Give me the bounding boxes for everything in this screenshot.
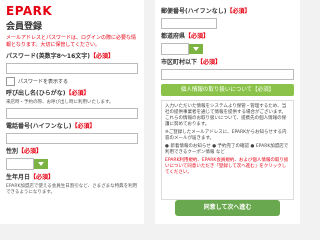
birthday-help: EPARK加盟店で使える会員生日割引など、さまざまな特典を利用できるようになりま… <box>6 184 138 195</box>
left-form-panel: EPARK 会員登録 メールアドレスとパスワードは、ログインの際に必要な情報とな… <box>0 0 144 224</box>
show-password-checkbox[interactable] <box>6 77 15 86</box>
right-form-panel: 郵便番号(ハイフンなし)【必須】 都道府県【必須】 市区町村以下【必須】 個人情… <box>155 0 300 224</box>
prefecture-label: 都道府県【必須】 <box>161 33 210 40</box>
phone-label: 電話番号(ハイフンなし)【必須】 <box>6 123 96 130</box>
privacy-text-box[interactable]: 入力いただいた情報をシステムより保管・管理するため、当社の提供事業者を通じて情報… <box>161 100 294 200</box>
postal-input[interactable] <box>161 18 217 29</box>
epark-logo: EPARK <box>6 4 53 18</box>
privacy-accordion[interactable]: 個人情報の取り扱いについて【必須】 <box>161 84 294 96</box>
gender-dropdown-button[interactable] <box>34 159 48 169</box>
show-password-label: パスワードを表示する <box>18 79 69 85</box>
privacy-mail-note: ※ご登録したメールアドレスに、EPARKからお知らせする内容のメールが届きます。 <box>165 130 287 141</box>
nickname-label: 呼び出し名(ひらがな)【必須】 <box>6 90 90 97</box>
city-input[interactable] <box>161 69 294 80</box>
prefecture-select-box[interactable] <box>161 43 189 55</box>
prefecture-dropdown-button[interactable] <box>189 44 203 54</box>
gender-select[interactable] <box>6 158 138 170</box>
login-note: メールアドレスとパスワードは、ログインの際に必要な情報となります。大切に保管して… <box>6 35 137 48</box>
postal-label: 郵便番号(ハイフンなし)【必須】 <box>161 8 251 15</box>
password-label: パスワード(英数字8〜16文字)【必須】 <box>6 53 115 60</box>
password-input[interactable] <box>6 63 138 74</box>
page: EPARK 会員登録 メールアドレスとパスワードは、ログインの際に必要な情報とな… <box>0 0 300 224</box>
privacy-terms-link[interactable]: EPARK利用規約、EPARK会員規約、および個人情報の取り扱いについて同意いた… <box>165 158 290 176</box>
page-title: 会員登録 <box>6 22 43 32</box>
chevron-down-icon <box>38 162 44 166</box>
privacy-paragraph: 入力いただいた情報をシステムより保管・管理するため、当社の提供事業者を通じて情報… <box>165 104 287 127</box>
prefecture-select[interactable] <box>161 43 294 55</box>
show-password-row[interactable]: パスワードを表示する <box>6 77 138 86</box>
gender-select-box[interactable] <box>6 158 34 170</box>
chevron-down-icon <box>193 47 199 51</box>
birthday-label: 生年月日【必須】 <box>6 174 55 181</box>
privacy-items: ● 新着情報のお知らせ ● 予約完了の確認 ● EPARK加盟店で利用できるクー… <box>165 144 289 155</box>
gender-label: 性別【必須】 <box>6 148 43 155</box>
submit-button[interactable]: 同意して次へ進む <box>175 200 280 216</box>
nickname-input[interactable] <box>6 108 138 119</box>
phone-input[interactable] <box>6 133 138 144</box>
nickname-help: 来店時・予約の際、お呼び出し時に利用いたします。 <box>6 100 114 105</box>
city-label: 市区町村以下【必須】 <box>161 59 222 66</box>
